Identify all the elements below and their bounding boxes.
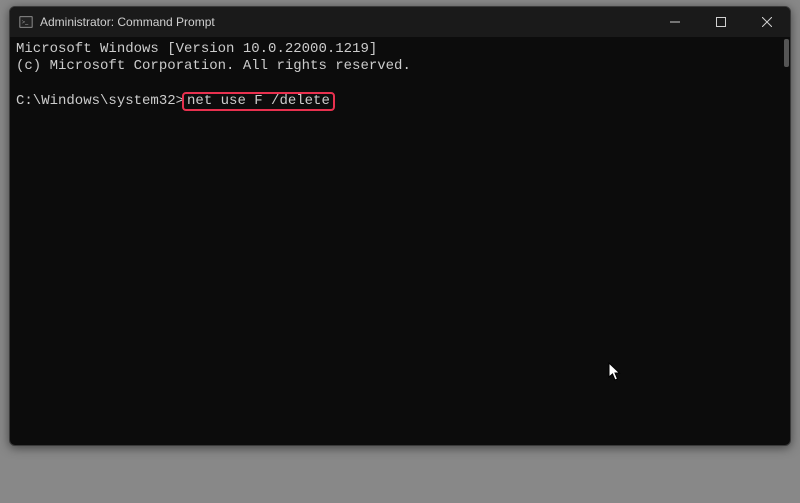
- command-prompt-window: >_ Administrator: Command Prompt Microso…: [9, 6, 791, 446]
- prompt-line: C:\Windows\system32>net use F /delete: [16, 92, 784, 111]
- close-button[interactable]: [744, 7, 790, 37]
- version-line: Microsoft Windows [Version 10.0.22000.12…: [16, 41, 784, 58]
- svg-text:>_: >_: [22, 20, 29, 26]
- maximize-button[interactable]: [698, 7, 744, 37]
- terminal-output[interactable]: Microsoft Windows [Version 10.0.22000.12…: [10, 37, 790, 445]
- window-title: Administrator: Command Prompt: [40, 15, 215, 29]
- command-highlight: net use F /delete: [182, 92, 335, 111]
- titlebar[interactable]: >_ Administrator: Command Prompt: [10, 7, 790, 37]
- typed-command: net use F /delete: [187, 93, 330, 109]
- cmd-icon: >_: [18, 14, 34, 30]
- prompt-path: C:\Windows\system32>: [16, 93, 184, 109]
- copyright-line: (c) Microsoft Corporation. All rights re…: [16, 58, 784, 75]
- scrollbar-thumb[interactable]: [784, 39, 789, 67]
- window-controls: [652, 7, 790, 37]
- minimize-button[interactable]: [652, 7, 698, 37]
